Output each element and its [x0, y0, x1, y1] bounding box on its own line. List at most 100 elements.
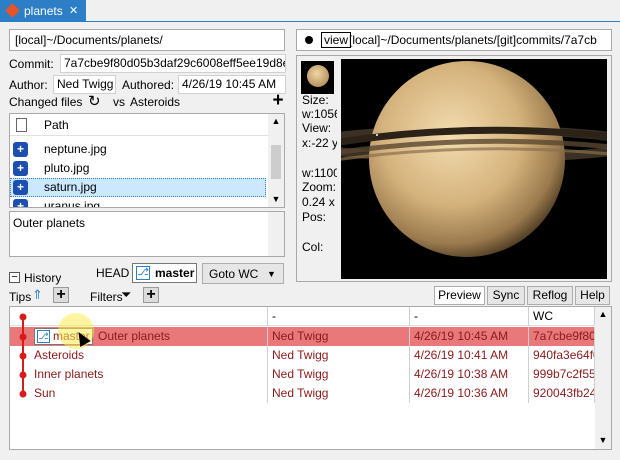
vs-label: vs	[113, 95, 125, 109]
add-icon[interactable]: +	[270, 91, 286, 110]
table-row[interactable]: Asteroids Ned Twigg 4/26/19 10:41 AM 940…	[10, 346, 595, 365]
file-row[interactable]: + pluto.jpg	[10, 159, 268, 178]
cursor-highlight	[58, 313, 94, 349]
scroll-up-icon[interactable]: ▲	[595, 309, 611, 319]
col-label: Col:	[302, 240, 324, 254]
author-cell: Ned Twigg	[268, 327, 410, 346]
scroll-down-icon[interactable]: ▼	[595, 435, 611, 445]
tab-reflog[interactable]: Reflog	[527, 286, 573, 305]
changed-files-label: Changed files	[9, 95, 83, 109]
view-button[interactable]: view	[321, 32, 352, 48]
goto-wc-label: Goto WC	[209, 267, 259, 281]
col-header-hash[interactable]: WC	[529, 307, 595, 325]
file-name: uranus.jpg	[44, 199, 101, 208]
viewer-path: [local]~/Documents/planets/[git]commits/…	[349, 33, 597, 47]
table-scrollbar[interactable]: ▲ ▼	[595, 307, 611, 449]
close-icon[interactable]: ✕	[69, 3, 78, 19]
table-header: - - WC	[10, 307, 595, 326]
file-name: neptune.jpg	[44, 142, 107, 156]
image-canvas[interactable]	[341, 59, 607, 279]
scroll-up-icon[interactable]: ▲	[268, 116, 284, 126]
commit-message: Outer planets	[9, 211, 285, 257]
file-added-icon: +	[13, 180, 28, 195]
author-name: Ned Twigg	[53, 75, 116, 94]
filter-funnel-icon[interactable]: ⏷	[121, 287, 135, 303]
size-label: Size:	[302, 93, 329, 107]
row-message: Outer planets	[98, 329, 171, 343]
hash-cell: 7a7cbe9f80c	[529, 327, 595, 346]
authored-date: 4/26/19 10:45 AM	[178, 75, 286, 94]
pos-label: Pos:	[302, 210, 327, 224]
graph-node	[19, 371, 27, 379]
history-label: History	[24, 271, 62, 285]
col-header-author[interactable]: -	[268, 307, 410, 325]
saturn-thumb-icon	[307, 65, 329, 87]
commit-message-cell: ⎇ master Outer planets	[10, 327, 268, 346]
file-name: pluto.jpg	[44, 161, 90, 175]
filters-label: Filters	[90, 290, 123, 304]
zoom-label: Zoom:	[302, 180, 337, 194]
scroll-thumb[interactable]	[271, 145, 281, 179]
git-icon	[5, 3, 20, 18]
graph-node	[19, 352, 27, 360]
tab-planets[interactable]: planets ✕	[0, 0, 86, 22]
tab-preview[interactable]: Preview	[434, 286, 485, 305]
head-branch-name: master	[155, 266, 195, 280]
path-header[interactable]: Path	[44, 118, 69, 132]
tips-icon[interactable]: ⇑	[32, 287, 46, 303]
file-list-header: Path	[10, 114, 268, 136]
commit-message-cell: Inner planets	[10, 365, 268, 384]
tips-label: Tips	[9, 290, 32, 304]
add-tip-button[interactable]: +	[53, 287, 69, 303]
goto-wc-dropdown[interactable]: Goto WC ▼	[202, 263, 284, 284]
add-filter-button[interactable]: +	[143, 287, 159, 303]
col-header-graph[interactable]	[10, 307, 268, 325]
commit-message-cell: Asteroids	[10, 346, 268, 365]
compare-branch[interactable]: Asteroids	[130, 95, 180, 109]
hash-cell: 999b7c2f55b	[529, 365, 595, 384]
commit-hash[interactable]: 7a7cbe9f80d05b3daf29c6008eff5ee19d8e6c	[60, 54, 286, 73]
date-cell: 4/26/19 10:38 AM	[410, 365, 529, 384]
thumbnail[interactable]	[301, 61, 334, 94]
head-label: HEAD	[96, 266, 130, 280]
history-collapse-icon[interactable]: −	[9, 272, 20, 283]
saturn-image	[341, 61, 607, 257]
chevron-down-icon: ▼	[267, 269, 276, 279]
tab-strip	[0, 0, 620, 22]
file-list: Path + neptune.jpg + pluto.jpg + saturn.…	[9, 113, 285, 208]
viewer-path-bar: view [local]~/Documents/planets/[git]com…	[296, 29, 612, 51]
image-viewer: Size: w:1056 View: x:-22 y w:1100 Zoom: …	[296, 55, 612, 282]
file-row-selected[interactable]: + saturn.jpg	[10, 178, 266, 197]
hash-cell: 940fa3e64f0	[529, 346, 595, 365]
zoom-value: 0.24 x	[302, 195, 335, 209]
table-row[interactable]: Inner planets Ned Twigg 4/26/19 10:38 AM…	[10, 365, 595, 384]
file-row[interactable]: + uranus.jpg	[10, 197, 268, 208]
table-row-selected[interactable]: ⎇ master Outer planets Ned Twigg 4/26/19…	[10, 327, 595, 346]
width-value: w:1056	[302, 107, 337, 121]
view-label: View:	[302, 121, 332, 135]
date-cell: 4/26/19 10:45 AM	[410, 327, 529, 346]
tab-sync[interactable]: Sync	[487, 286, 525, 305]
message-scrollbar[interactable]	[268, 212, 284, 256]
file-added-icon: +	[13, 199, 28, 207]
scroll-down-icon[interactable]: ▼	[268, 194, 284, 204]
file-name: saturn.jpg	[44, 180, 97, 194]
refresh-icon[interactable]: ↻	[88, 94, 104, 110]
file-added-icon: +	[13, 142, 28, 157]
radio-icon[interactable]	[305, 36, 313, 44]
col-header-date[interactable]: -	[410, 307, 529, 325]
path-input[interactable]: [local]~/Documents/planets/	[9, 29, 285, 51]
branch-icon: ⎇	[136, 266, 150, 280]
author-cell: Ned Twigg	[268, 365, 410, 384]
head-branch-button[interactable]: ⎇ master	[132, 263, 197, 283]
tab-help[interactable]: Help	[575, 286, 610, 305]
graph-node	[19, 333, 27, 341]
file-added-icon: +	[13, 161, 28, 176]
file-list-scrollbar[interactable]: ▲ ▼	[268, 114, 284, 207]
author-cell: Ned Twigg	[268, 346, 410, 365]
author-label: Author:	[9, 78, 48, 92]
commit-message-cell: Sun	[10, 384, 268, 403]
file-row[interactable]: + neptune.jpg	[10, 140, 268, 159]
table-row[interactable]: Sun Ned Twigg 4/26/19 10:36 AM 920043fb2…	[10, 384, 595, 403]
graph-node	[19, 313, 27, 321]
